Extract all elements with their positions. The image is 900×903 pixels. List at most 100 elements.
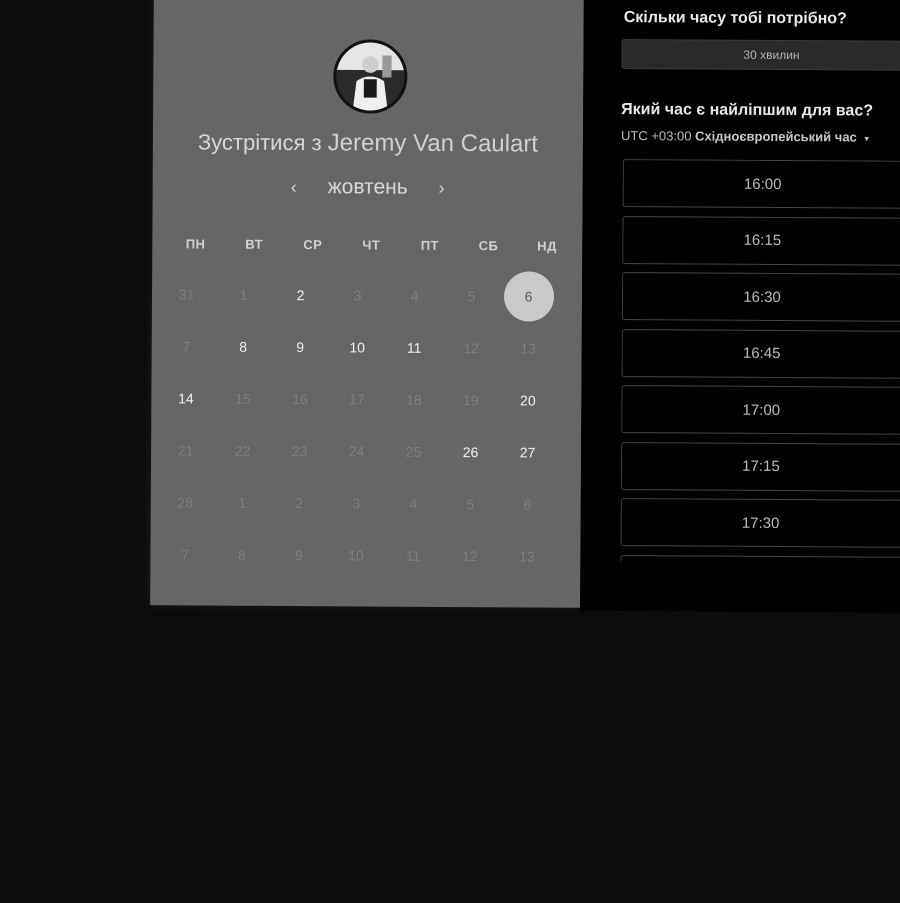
calendar-day[interactable]: 8: [215, 321, 272, 373]
weekday-label: НД: [537, 238, 557, 254]
calendar-day-number: 6: [523, 496, 532, 513]
calendar-day: 16: [271, 373, 328, 425]
calendar-day: 7: [158, 320, 215, 372]
calendar-day-number: 5: [466, 496, 475, 513]
calendar-day-number: 28: [177, 494, 194, 511]
calendar-day-number: 31: [178, 286, 195, 303]
calendar-day-number: 16: [292, 391, 308, 408]
host-name: Jeremy Van Caulart: [327, 129, 539, 158]
weekday-label: ЧТ: [362, 237, 381, 253]
calendar-day: 3: [329, 269, 386, 321]
calendar-day: 11: [384, 530, 441, 582]
calendar-day-number: 10: [348, 547, 364, 564]
calendar-day-number: 5: [467, 288, 476, 305]
calendar-day-number: 25: [405, 443, 422, 460]
calendar-day-number: 8: [237, 546, 246, 563]
scene: Зустрітися з Jeremy Van Caulart ‹ жовтен…: [0, 0, 900, 903]
time-question: Який час є найліпшим для вас?: [621, 101, 874, 120]
calendar-day-number: 9: [296, 339, 305, 356]
time-slot-button[interactable]: 16:30: [621, 272, 900, 322]
calendar-day: 4: [385, 478, 442, 530]
calendar-day-number: 7: [182, 338, 191, 355]
weekday-label: СР: [303, 237, 323, 253]
calendar-day[interactable]: 27: [499, 426, 556, 478]
calendar-day[interactable]: 20: [499, 374, 556, 426]
calendar-day-number: 27: [519, 444, 536, 461]
calendar-day-number: 3: [353, 287, 362, 304]
host-avatar: [333, 39, 408, 114]
caret-down-icon: ▾: [864, 133, 869, 144]
calendar-day[interactable]: 26: [442, 426, 499, 478]
timezone-selector[interactable]: UTC +03:00 Східноєвропейський час ▾: [621, 128, 869, 145]
calendar-day: 1: [214, 477, 271, 529]
calendar-day: 3: [328, 477, 385, 529]
calendar-day-number: 9: [294, 547, 303, 564]
meeting-title-prefix: Зустрітися з: [197, 129, 322, 156]
time-slot-button[interactable]: 16:15: [622, 215, 900, 266]
calendar-day-number: 1: [238, 494, 247, 511]
calendar-day: 8: [213, 529, 270, 581]
calendar-day: 12: [443, 322, 500, 374]
calendar-day-number: 6: [524, 288, 533, 305]
calendar-day-number: 20: [520, 392, 536, 409]
calendar-day: 5: [443, 270, 500, 322]
time-slot-button[interactable]: 17:15: [620, 441, 900, 492]
time-slot-button[interactable]: 17:00: [621, 385, 900, 435]
calendar-day: 23: [271, 425, 328, 477]
weekday-label: ПН: [185, 236, 206, 252]
time-slot-button[interactable]: [620, 554, 900, 563]
calendar-day: 9: [270, 529, 327, 581]
calendar-day-grid: 31 1 2 3 4 5 6 7 8 9 10 11 12 13 14 15 16 17 18 19 20 21 22 23 2…: [156, 268, 578, 583]
calendar-day-number: 21: [177, 442, 194, 459]
duration-select[interactable]: 30 хвилин: [621, 39, 900, 71]
calendar-day-number: 23: [291, 443, 308, 460]
calendar-day-number: 8: [239, 338, 248, 355]
calendar-day: 17: [328, 373, 385, 425]
calendar-day[interactable]: 2: [272, 269, 329, 321]
calendar-day: 18: [385, 374, 442, 426]
calendar-day: 21: [157, 424, 214, 476]
calendar-day: 28: [157, 476, 214, 528]
next-month-icon[interactable]: ›: [431, 178, 451, 199]
calendar-day[interactable]: 9: [272, 321, 329, 373]
duration-question: Скільки часу тобі потрібно?: [623, 9, 847, 28]
calendar-day-number: 19: [463, 392, 479, 409]
weekday-header: ПН ВТ СР ЧТ ПТ СБ НД: [166, 236, 576, 254]
time-slot-button[interactable]: 16:45: [621, 328, 900, 379]
calendar-day-number: 13: [520, 340, 537, 357]
calendar-day-selected[interactable]: 6: [500, 270, 557, 322]
calendar-day-number: 12: [463, 340, 480, 357]
calendar-day: 25: [385, 426, 442, 478]
calendar-day[interactable]: 14: [157, 372, 214, 424]
timezone-name: Східноєвропейський час: [695, 128, 857, 145]
calendar-day: 7: [156, 528, 213, 580]
timezone-offset: UTC +03:00: [620, 128, 692, 144]
weekday-label: СБ: [478, 238, 499, 254]
calendar-day-number: 12: [462, 548, 478, 565]
calendar-day[interactable]: 11: [386, 322, 443, 374]
month-navigation: ‹ жовтень ›: [153, 174, 583, 201]
calendar-day-number: 24: [348, 443, 365, 460]
weekday-label: ПТ: [420, 237, 440, 253]
calendar-day: 19: [442, 374, 499, 426]
calendar-day-number: 13: [519, 548, 535, 565]
calendar-day-number: 2: [295, 495, 304, 512]
time-slot-button[interactable]: 16:00: [622, 159, 900, 209]
time-slot-button[interactable]: 17:30: [620, 498, 900, 548]
calendar-day-number: 1: [239, 286, 248, 303]
prev-month-icon[interactable]: ‹: [284, 177, 304, 198]
calendar-day: 24: [328, 425, 385, 477]
calendar-day: 15: [214, 373, 271, 425]
booking-panel: Скільки часу тобі потрібно? 30 хвилин Як…: [580, 0, 900, 613]
calendar-day-number: 11: [405, 547, 421, 564]
calendar-card: Зустрітися з Jeremy Van Caulart ‹ жовтен…: [150, 0, 584, 608]
weekday-label: ВТ: [245, 236, 264, 252]
calendar-day[interactable]: 10: [329, 321, 386, 373]
calendar-day-number: 14: [178, 390, 194, 407]
month-label: жовтень: [327, 175, 408, 199]
meeting-title: Зустрітися з Jeremy Van Caulart: [153, 128, 583, 159]
calendar-day: 31: [158, 268, 215, 320]
calendar-day: 4: [386, 270, 443, 322]
calendar-day: 13: [500, 322, 557, 374]
calendar-day-number: 11: [406, 339, 422, 356]
